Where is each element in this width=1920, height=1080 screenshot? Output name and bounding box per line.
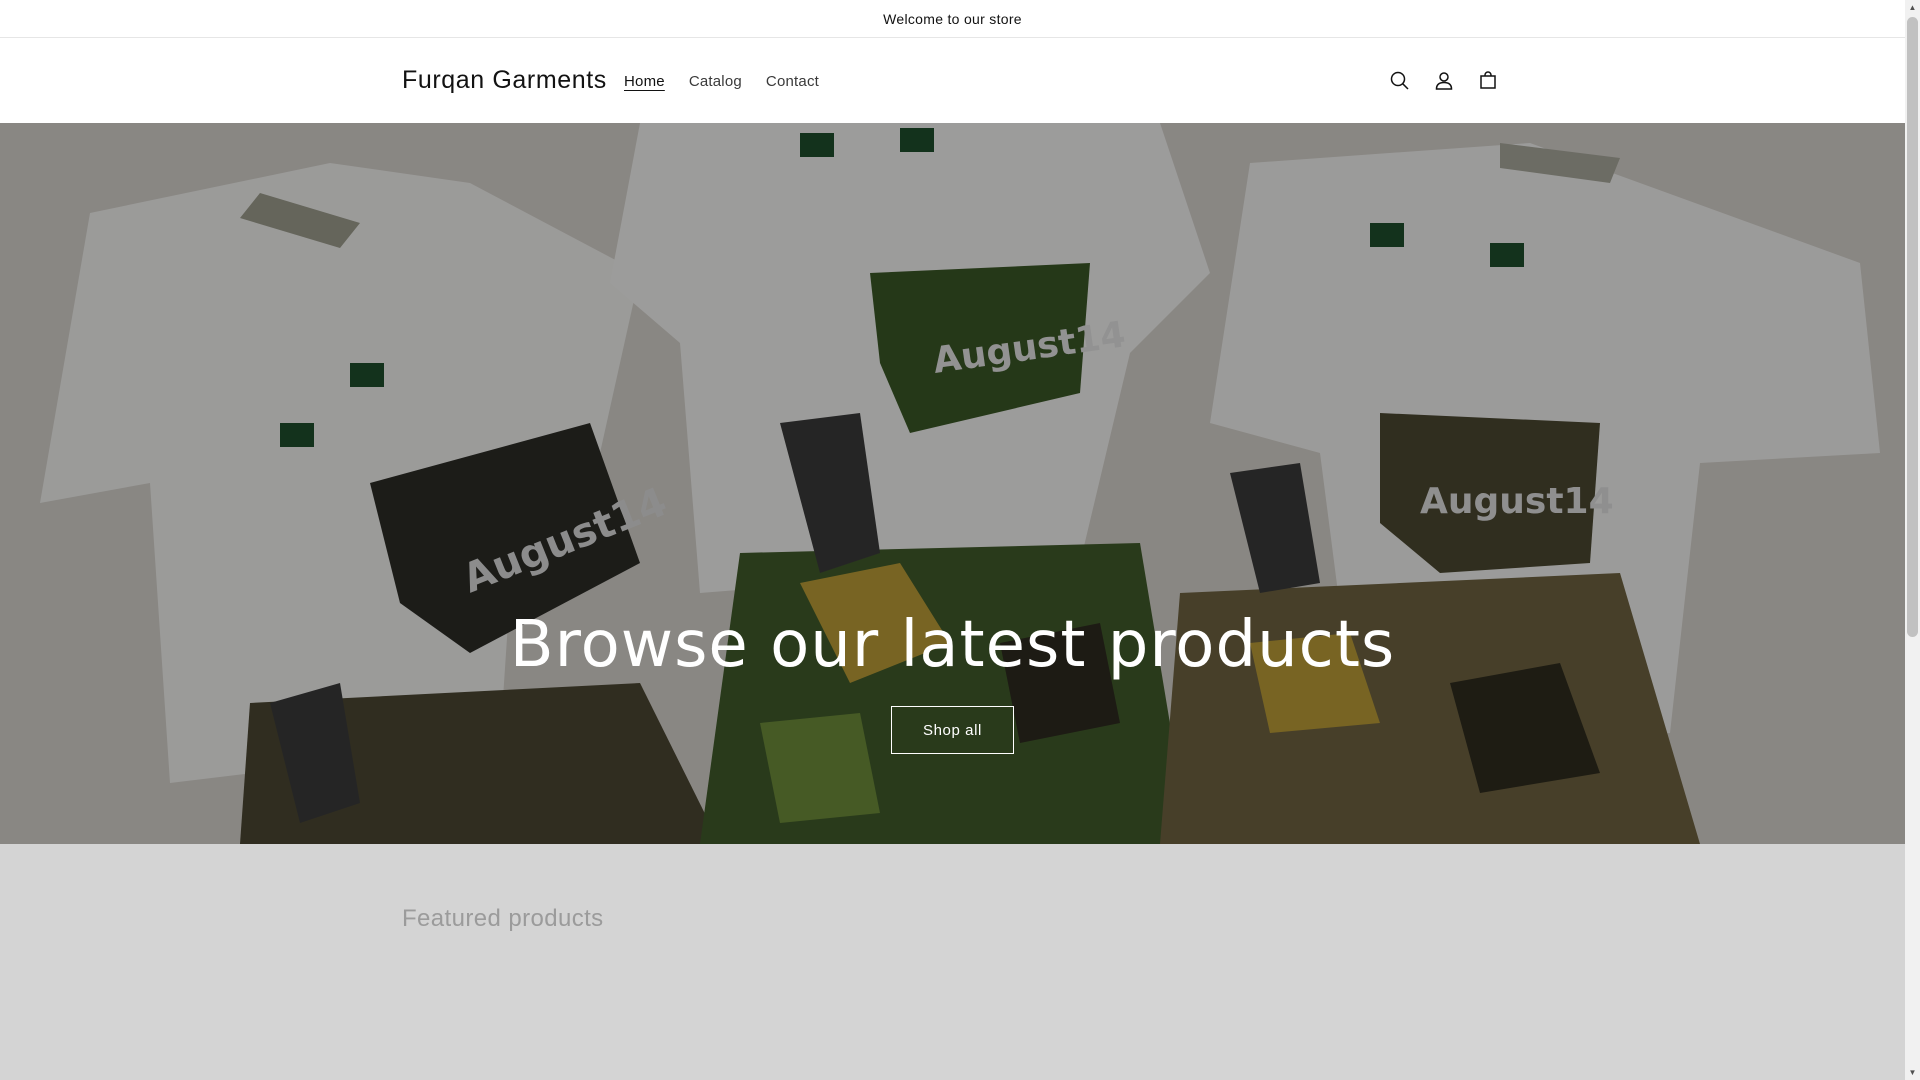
scroll-thumb[interactable] <box>1907 17 1918 637</box>
search-icon <box>1390 71 1409 90</box>
nav-contact[interactable]: Contact <box>754 73 831 90</box>
cart-icon <box>1480 71 1496 89</box>
account-button[interactable] <box>1422 59 1466 103</box>
scroll-down-icon[interactable]: ▼ <box>1905 1065 1920 1080</box>
featured-products-section: Featured products <box>0 844 1905 1080</box>
featured-products-title: Featured products <box>402 905 604 932</box>
cart-button[interactable] <box>1466 59 1510 103</box>
search-button[interactable] <box>1378 59 1422 103</box>
announcement-bar: Welcome to our store <box>0 0 1905 38</box>
hero-title: Browse our latest products <box>509 608 1396 682</box>
scroll-up-icon[interactable]: ▲ <box>1905 0 1920 15</box>
nav-catalog[interactable]: Catalog <box>677 73 754 90</box>
shop-all-button[interactable]: Shop all <box>891 706 1014 754</box>
header-icons <box>1378 39 1510 123</box>
site-header: Furqan Garments Home Catalog Contact <box>0 39 1905 123</box>
account-icon <box>1435 72 1453 90</box>
hero-banner: August14 August14 August14 Browse our la… <box>0 123 1905 844</box>
store-logo[interactable]: Furqan Garments <box>402 66 607 95</box>
main-nav: Home Catalog Contact <box>612 39 831 123</box>
page-scrollbar[interactable]: ▲ ▼ <box>1905 0 1920 1080</box>
nav-home[interactable]: Home <box>612 73 677 90</box>
announcement-text: Welcome to our store <box>883 10 1022 27</box>
